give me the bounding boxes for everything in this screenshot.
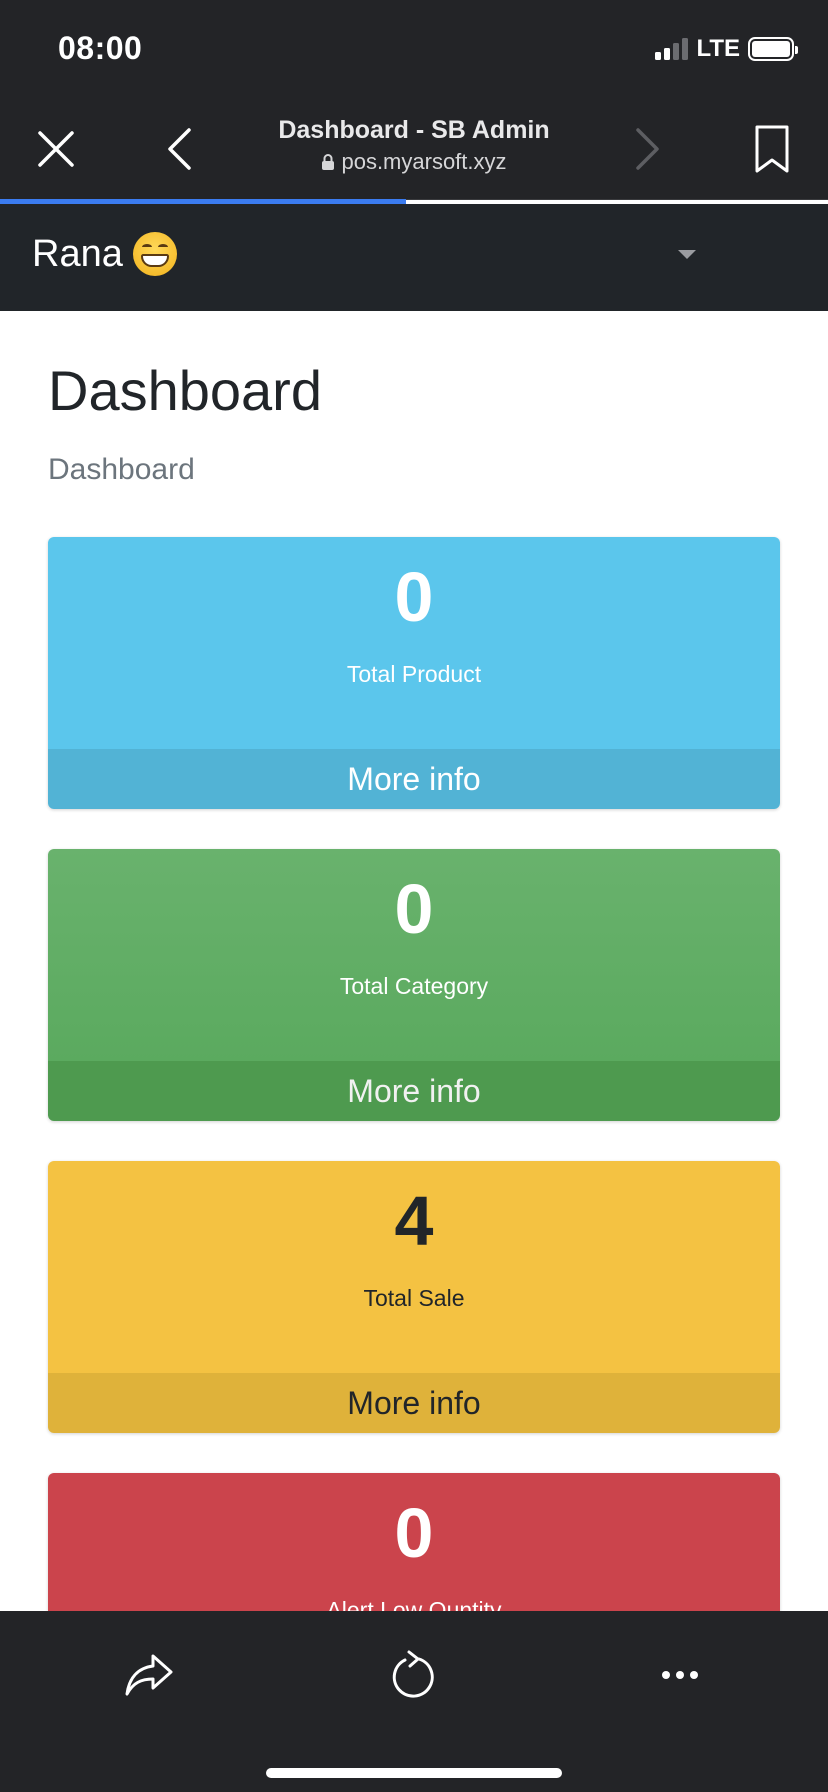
share-icon[interactable] bbox=[117, 1643, 181, 1707]
card-value: 0 bbox=[394, 870, 434, 948]
chevron-left-icon[interactable] bbox=[155, 124, 205, 174]
more-info-link[interactable]: More info bbox=[48, 1061, 780, 1121]
card-value: 0 bbox=[394, 1494, 434, 1572]
lock-icon bbox=[322, 154, 335, 170]
card-body: 0 Total Category bbox=[48, 849, 780, 1061]
card-total-category: 0 Total Category More info bbox=[48, 849, 780, 1121]
more-icon[interactable] bbox=[648, 1643, 712, 1707]
page-url: pos.myarsoft.xyz bbox=[341, 149, 507, 174]
close-icon[interactable] bbox=[31, 124, 81, 174]
card-value: 0 bbox=[394, 558, 434, 636]
page-info[interactable]: Dashboard - SB Admin pos.myarsoft.xyz bbox=[200, 116, 628, 175]
reload-icon[interactable] bbox=[381, 1643, 445, 1707]
main-content: Dashboard Dashboard bbox=[48, 311, 780, 487]
network-label: LTE bbox=[696, 35, 740, 62]
battery-icon bbox=[748, 37, 798, 61]
card-label: Total Category bbox=[339, 973, 489, 999]
page-heading: Dashboard bbox=[48, 359, 322, 422]
browser-toolbar: Dashboard - SB Admin pos.myarsoft.xyz bbox=[0, 98, 828, 200]
home-indicator[interactable] bbox=[266, 1768, 562, 1778]
status-time: 08:00 bbox=[58, 30, 143, 66]
app-navbar: Rana bbox=[0, 204, 828, 311]
user-menu[interactable]: Rana bbox=[32, 232, 177, 276]
chevron-right-icon[interactable] bbox=[622, 124, 672, 174]
signal-icon bbox=[655, 38, 689, 60]
card-total-sale: 4 Total Sale More info bbox=[48, 1161, 780, 1433]
card-label: Total Product bbox=[346, 661, 482, 687]
card-label: Total Sale bbox=[363, 1285, 465, 1311]
more-info-link[interactable]: More info bbox=[48, 749, 780, 809]
page-url-row: pos.myarsoft.xyz bbox=[200, 149, 628, 175]
card-total-product: 0 Total Product More info bbox=[48, 537, 780, 809]
browser-bottom-toolbar bbox=[0, 1611, 828, 1792]
grinning-face-emoji bbox=[132, 232, 177, 276]
card-body: 4 Total Sale bbox=[48, 1161, 780, 1373]
chevron-down-icon[interactable] bbox=[678, 250, 696, 259]
page-title: Dashboard - SB Admin bbox=[278, 116, 550, 144]
more-info-link[interactable]: More info bbox=[48, 1373, 780, 1433]
breadcrumb: Dashboard bbox=[48, 453, 195, 486]
user-name: Rana bbox=[32, 232, 123, 275]
status-indicators: LTE bbox=[655, 35, 798, 62]
status-bar: 08:00 LTE bbox=[0, 0, 828, 98]
card-body: 0 Total Product bbox=[48, 537, 780, 749]
bookmark-icon[interactable] bbox=[747, 124, 797, 174]
card-value: 4 bbox=[394, 1182, 434, 1260]
